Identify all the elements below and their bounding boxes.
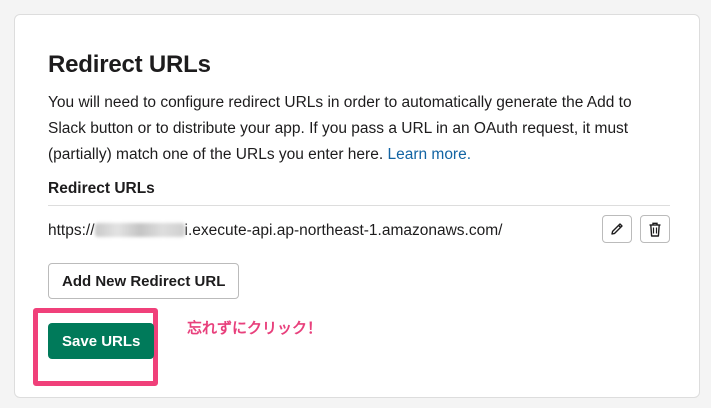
delete-url-button[interactable] (640, 215, 670, 243)
annotation-text: 忘れずにクリック！ (187, 319, 323, 337)
trash-icon (649, 222, 661, 237)
save-urls-button[interactable]: Save URLs (48, 323, 155, 359)
redirect-urls-label: Redirect URLs (48, 180, 155, 197)
redirect-url-row: https:// i.execute-api.ap-northeast-1.ama… (48, 215, 670, 247)
url-prefix: https:// (48, 222, 95, 239)
redirect-url-value: https:// i.execute-api.ap-northeast-1.ama… (48, 222, 502, 240)
add-new-redirect-url-button[interactable]: Add New Redirect URL (48, 263, 240, 299)
divider (48, 205, 670, 206)
url-suffix: i.execute-api.ap-northeast-1.amazonaws.c… (184, 222, 503, 239)
pencil-icon (611, 223, 623, 235)
section-title: Redirect URLs (48, 51, 211, 78)
redirect-urls-card: Redirect URLs You will need to configure… (14, 14, 700, 398)
section-description: You will need to configure redirect URLs… (48, 90, 668, 168)
description-text: You will need to configure redirect URLs… (48, 94, 632, 163)
learn-more-link[interactable]: Learn more. (387, 146, 471, 163)
edit-url-button[interactable] (602, 215, 632, 243)
redacted-url-segment (94, 223, 185, 237)
